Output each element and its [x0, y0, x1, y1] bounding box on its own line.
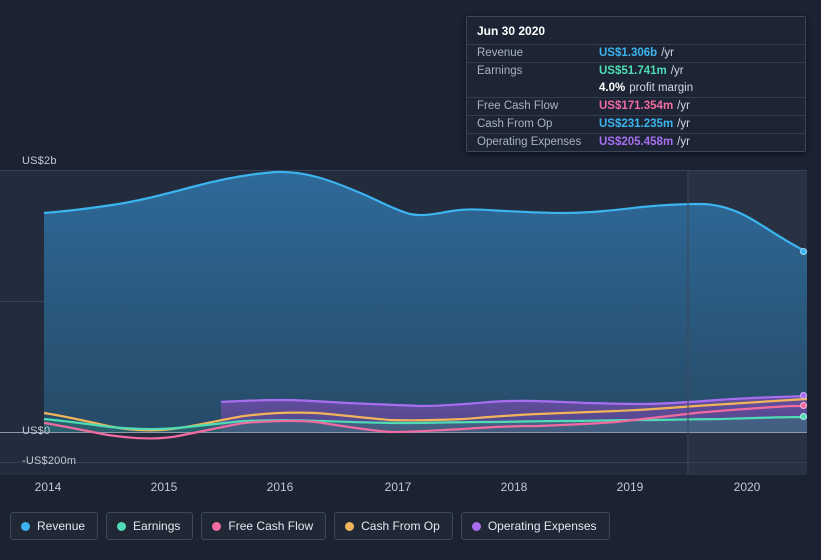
tooltip-label-earnings: Earnings: [477, 65, 523, 77]
legend-item-earnings[interactable]: Earnings: [106, 512, 194, 540]
tooltip-value-operating-expenses: US$205.458m: [599, 136, 674, 148]
y-axis-label-top: US$2b: [22, 155, 57, 167]
chart-tooltip: Jun 30 2020 Revenue US$1.306b /yr Earnin…: [466, 16, 806, 152]
x-axis-label-2014: 2014: [34, 480, 62, 494]
tooltip-row-earnings: Earnings US$51.741m /yr: [467, 63, 805, 80]
legend-label-cash-from-op: Cash From Op: [361, 519, 440, 533]
tooltip-unit-earnings: /yr: [670, 65, 684, 77]
legend-label-revenue: Revenue: [37, 519, 86, 533]
tooltip-value-earnings: US$51.741m: [599, 65, 667, 77]
legend-item-revenue[interactable]: Revenue: [10, 512, 99, 540]
legend-dot-operating-expenses-icon: [471, 521, 481, 531]
tooltip-label-operating-expenses: Operating Expenses: [477, 136, 582, 148]
x-axis-label-2018: 2018: [500, 480, 528, 494]
tooltip-unit-operating-expenses: /yr: [677, 136, 690, 148]
tooltip-value-cash-from-op: US$231.235m: [599, 118, 674, 130]
legend-label-free-cash-flow: Free Cash Flow: [228, 519, 314, 533]
x-axis-label-2019: 2019: [616, 480, 644, 494]
legend-label-operating-expenses: Operating Expenses: [487, 519, 597, 533]
chart-legend: Revenue Earnings Free Cash Flow Cash Fro…: [10, 512, 610, 540]
tooltip-unit-free-cash-flow: /yr: [677, 100, 690, 112]
revenue-endpoint: [800, 248, 807, 255]
tooltip-unit-revenue: /yr: [661, 47, 674, 59]
operating-expenses-endpoint: [800, 392, 807, 399]
legend-dot-earnings-icon: [117, 521, 127, 531]
chart-page: US$2b US$0 -US$200m 2014 2015 2016 2017 …: [0, 0, 821, 560]
legend-label-earnings: Earnings: [133, 519, 181, 533]
legend-dot-cash-from-op-icon: [345, 521, 355, 531]
chart-plot-area[interactable]: [0, 170, 821, 475]
tooltip-sub-profit-margin: profit margin: [629, 82, 694, 94]
revenue-area: [44, 171, 807, 432]
legend-item-free-cash-flow[interactable]: Free Cash Flow: [201, 512, 327, 540]
legend-dot-revenue-icon: [21, 521, 30, 531]
tooltip-row-revenue: Revenue US$1.306b /yr: [467, 45, 805, 63]
tooltip-value-free-cash-flow: US$171.354m: [599, 100, 674, 112]
tooltip-row-cash-from-op: Cash From Op US$231.235m /yr: [467, 116, 805, 134]
tooltip-row-profit-margin: 4.0% profit margin: [467, 80, 805, 98]
legend-item-operating-expenses[interactable]: Operating Expenses: [460, 512, 610, 540]
tooltip-title: Jun 30 2020: [467, 17, 805, 45]
tooltip-value-profit-margin: 4.0%: [599, 82, 626, 94]
x-axis-label-2015: 2015: [150, 480, 178, 494]
tooltip-value-revenue: US$1.306b: [599, 47, 658, 59]
tooltip-row-operating-expenses: Operating Expenses US$205.458m /yr: [467, 134, 805, 151]
series-svg: [43, 170, 808, 475]
x-axis-label-2020: 2020: [733, 480, 761, 494]
earnings-endpoint: [800, 413, 807, 420]
y-axis-label-zero: US$0: [22, 425, 51, 437]
tooltip-label-cash-from-op: Cash From Op: [477, 118, 553, 130]
y-axis-label-bottom: -US$200m: [22, 455, 77, 467]
tooltip-label-free-cash-flow: Free Cash Flow: [477, 100, 559, 112]
legend-dot-free-cash-flow-icon: [212, 521, 222, 531]
x-axis-label-2016: 2016: [266, 480, 294, 494]
tooltip-unit-cash-from-op: /yr: [677, 118, 690, 130]
free-cash-flow-endpoint: [800, 402, 807, 409]
legend-item-cash-from-op[interactable]: Cash From Op: [334, 512, 453, 540]
tooltip-row-free-cash-flow: Free Cash Flow US$171.354m /yr: [467, 98, 805, 116]
tooltip-label-revenue: Revenue: [477, 47, 524, 59]
x-axis-label-2017: 2017: [384, 480, 412, 494]
